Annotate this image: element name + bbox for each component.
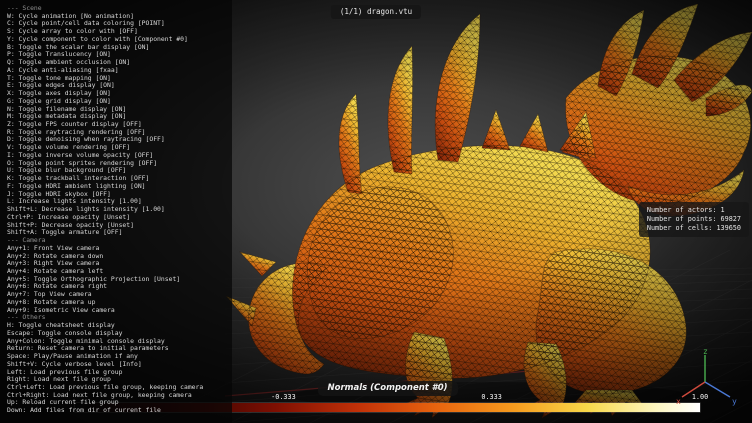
- filename-display: (1/1) dragon.vtu: [331, 5, 421, 19]
- scalar-bar-tick-label: 0.333: [481, 393, 501, 402]
- axis-z-label: z: [703, 347, 708, 356]
- axes-widget[interactable]: z x y: [674, 347, 740, 409]
- f3d-window: (1/1) dragon.vtu Number of actors: 1Numb…: [0, 0, 752, 423]
- scalar-bar-tick-label: -0.333: [271, 393, 296, 402]
- axis-y-label: y: [732, 397, 737, 406]
- metadata-line: Number of cells: 139650: [647, 224, 741, 233]
- axes-lines: [682, 355, 730, 397]
- cheatsheet-binding: Down: Add files from dir of current file: [7, 407, 232, 415]
- cheatsheet-panel: --- SceneW: Cycle animation [No animatio…: [0, 0, 232, 423]
- axis-x-label: x: [676, 397, 681, 406]
- scalar-bar-title: Normals (Component #0): [317, 381, 457, 396]
- metadata-display: Number of actors: 1Number of points: 698…: [639, 202, 749, 237]
- metadata-line: Number of points: 69827: [647, 215, 741, 224]
- metadata-line: Number of actors: 1: [647, 206, 741, 215]
